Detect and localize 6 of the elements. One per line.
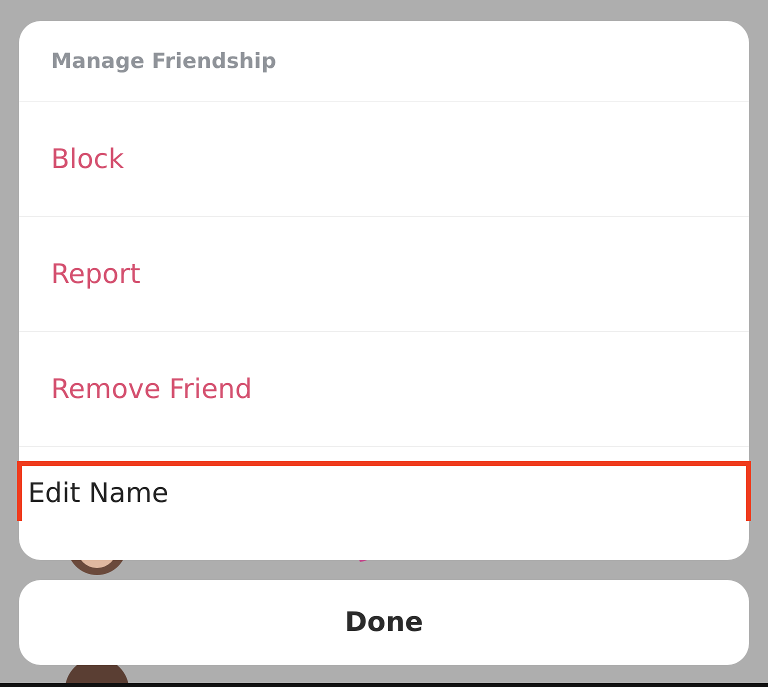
menu-item[interactable]: Report	[19, 217, 749, 332]
done-button[interactable]: Done	[19, 580, 749, 665]
menu-item[interactable]: Remove Friend	[19, 332, 749, 447]
menu-item[interactable]: Edit Name	[17, 461, 751, 521]
sheet-title: Manage Friendship	[51, 49, 276, 73]
menu-item[interactable]: Block	[19, 102, 749, 217]
